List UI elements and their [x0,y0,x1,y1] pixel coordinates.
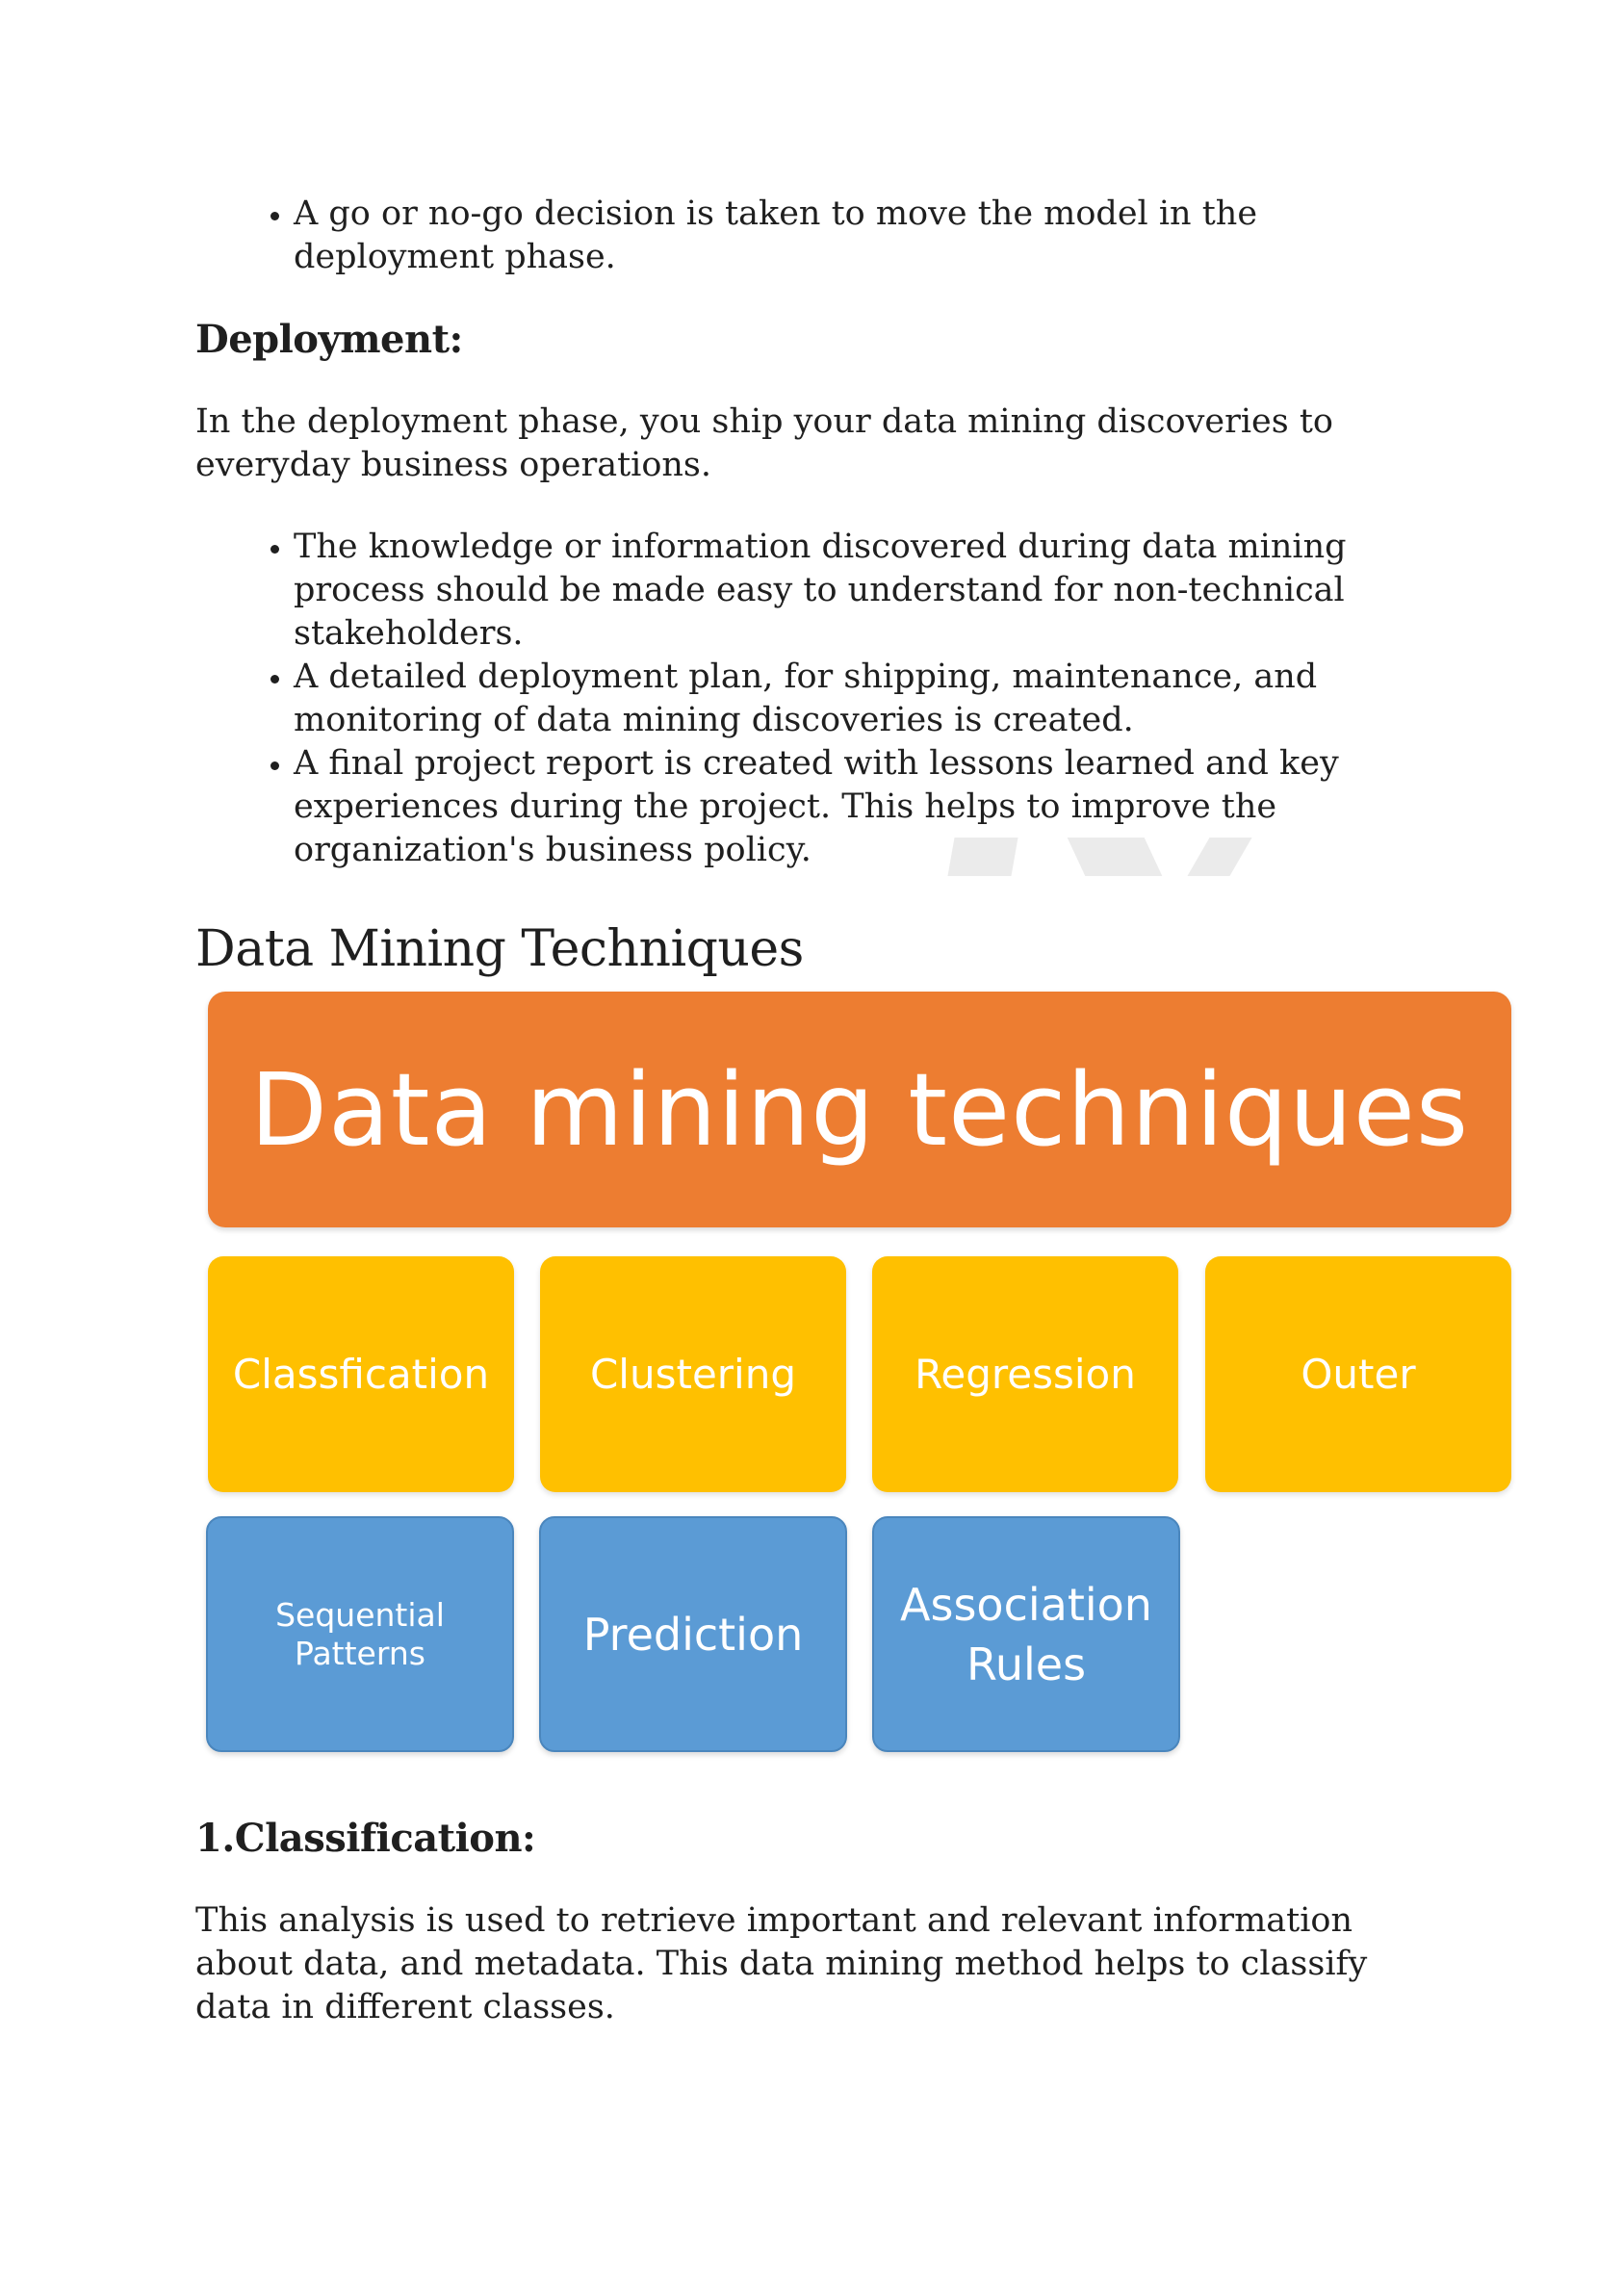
box-label-line: Association [900,1578,1152,1631]
list-item: A go or no-go decision is taken to move … [294,193,1447,279]
classification-paragraph: This analysis is used to retrieve import… [195,1901,1368,2026]
document-body: A go or no-go decision is taken to move … [195,193,1447,980]
intro-bullet-list: A go or no-go decision is taken to move … [195,193,1447,279]
box-regression: Regression [872,1256,1178,1492]
list-item: The knowledge or information discovered … [294,526,1447,656]
techniques-diagram: Data mining techniques Classfication Clu… [206,992,1511,1757]
techniques-heading: Data Mining Techniques [195,920,804,978]
watermark-mark [947,838,1018,876]
classification-heading: 1.Classification: [195,1816,536,1861]
box-classification: Classfication [208,1256,514,1492]
box-clustering: Clustering [540,1256,846,1492]
classification-section: 1.Classification: This analysis is used … [195,1815,1447,2029]
box-label-line: Rules [966,1638,1087,1690]
box-prediction: Prediction [539,1516,847,1752]
box-outer: Outer [1205,1256,1511,1492]
box-sequential-patterns: Sequential Patterns [206,1516,514,1752]
deployment-bullet-list: The knowledge or information discovered … [195,526,1447,872]
deployment-heading: Deployment: [195,317,463,362]
list-item: A detailed deployment plan, for shipping… [294,656,1447,742]
box-label-line: Sequential [275,1595,445,1634]
diagram-title-banner: Data mining techniques [208,992,1511,1227]
deployment-paragraph: In the deployment phase, you ship your d… [195,402,1333,484]
box-label-line: Patterns [295,1634,425,1672]
box-association-rules: Association Rules [872,1516,1180,1752]
list-item: A final project report is created with l… [294,742,1447,872]
